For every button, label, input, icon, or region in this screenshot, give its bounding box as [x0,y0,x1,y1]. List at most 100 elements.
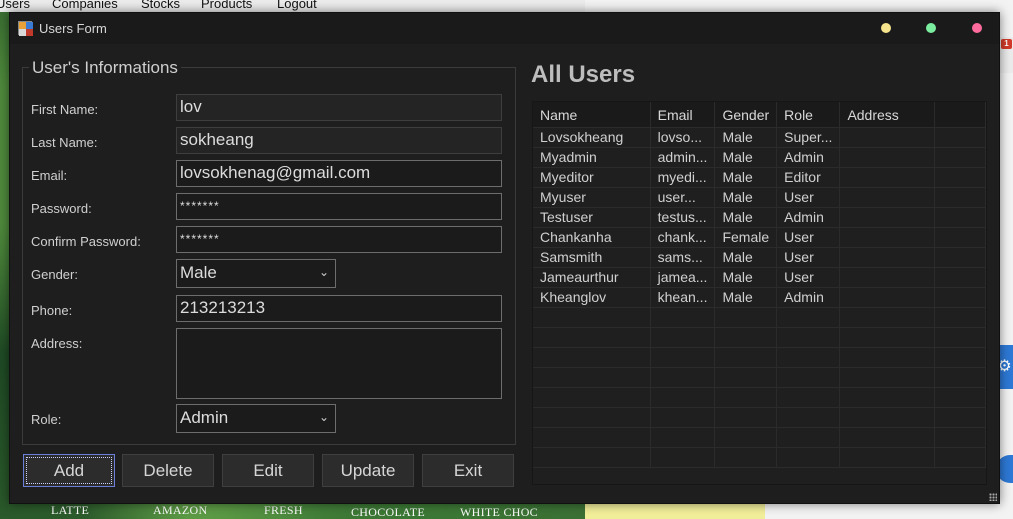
menu-item-companies[interactable]: Companies [52,0,118,11]
edit-button[interactable]: Edit [222,454,314,487]
table-row[interactable] [533,447,986,468]
close-button[interactable] [972,23,982,33]
table-row[interactable]: Samsmith sams... Male User [533,247,986,268]
notification-badge[interactable]: 1 [998,37,1013,73]
table-cell: User [776,187,841,208]
add-button[interactable]: Add [23,454,115,487]
title-bar[interactable]: Users Form [10,13,999,44]
column-header-gender[interactable]: Gender [714,102,778,128]
table-cell [533,327,651,348]
role-select[interactable]: Admin ⌄ [176,404,336,433]
table-cell [714,327,778,348]
last-name-field[interactable]: sokheang [176,127,502,154]
table-row[interactable] [533,387,986,408]
table-cell [533,367,651,388]
column-header-role[interactable]: Role [776,102,841,128]
table-row[interactable] [533,307,986,328]
table-cell [533,307,651,328]
table-row[interactable]: Myuser user... Male User [533,187,986,208]
table-row[interactable] [533,407,986,428]
exit-button[interactable]: Exit [422,454,514,487]
table-cell: Testuser [533,207,651,228]
table-row[interactable] [533,367,986,388]
phone-field[interactable]: 213213213 [176,295,502,322]
first-name-field[interactable]: lov [176,94,502,121]
table-cell [934,187,986,208]
gender-select-value: Male [180,263,217,282]
table-cell [714,367,778,388]
table-cell: User [776,227,841,248]
table-cell [650,387,716,408]
gender-select[interactable]: Male ⌄ [176,259,336,288]
table-cell [934,447,986,468]
table-cell [934,327,986,348]
table-cell [839,447,936,468]
table-cell [776,447,841,468]
column-header-filler [934,102,986,128]
confirm-password-field[interactable]: ******* [176,226,502,253]
password-field[interactable]: ******* [176,193,502,220]
table-cell: chank... [650,227,716,248]
users-data-grid[interactable]: Name Email Gender Role Address Lovsokhea… [532,101,987,485]
table-cell [934,407,986,428]
column-header-address[interactable]: Address [839,102,936,128]
menu-item-users[interactable]: Users [0,0,30,11]
table-cell: myedi... [650,167,716,188]
table-cell [934,227,986,248]
chevron-down-icon: ⌄ [318,265,329,279]
table-row[interactable]: Jameaurthur jamea... Male User [533,267,986,288]
table-cell [650,307,716,328]
table-cell [650,327,716,348]
table-row[interactable] [533,427,986,448]
table-row[interactable] [533,327,986,348]
table-row[interactable] [533,347,986,368]
password-label: Password: [31,201,92,216]
table-cell [776,307,841,328]
table-cell: Male [714,267,778,288]
table-cell [839,307,936,328]
table-cell: Editor [776,167,841,188]
product-label: LATTE [51,503,90,517]
menu-item-stocks[interactable]: Stocks [141,0,180,11]
table-row[interactable]: Myadmin admin... Male Admin [533,147,986,168]
window-title: Users Form [39,21,107,36]
table-cell: Male [714,127,778,148]
column-header-email[interactable]: Email [650,102,716,128]
table-row[interactable]: Kheanglov khean... Male Admin [533,287,986,308]
delete-button[interactable]: Delete [122,454,214,487]
menu-item-logout[interactable]: Logout [277,0,317,11]
table-cell [776,387,841,408]
table-row[interactable]: Myeditor myedi... Male Editor [533,167,986,188]
all-users-title: All Users [531,61,636,88]
table-row[interactable]: Testuser testus... Male Admin [533,207,986,228]
table-cell: testus... [650,207,716,228]
column-header-name[interactable]: Name [533,102,651,128]
table-row[interactable]: Lovsokheang lovso... Male Super... [533,127,986,148]
email-field[interactable]: lovsokhenag@gmail.com [176,160,502,187]
table-cell: Admin [776,287,841,308]
groupbox-title: User's Informations [29,58,181,78]
table-cell [934,307,986,328]
table-header-row: Name Email Gender Role Address [533,102,986,128]
app-icon [18,21,33,36]
address-textarea[interactable] [176,328,502,399]
table-cell [839,347,936,368]
table-cell [714,447,778,468]
maximize-button[interactable] [926,23,936,33]
update-button[interactable]: Update [322,454,414,487]
table-cell [839,327,936,348]
table-cell [839,287,936,308]
table-cell: User [776,267,841,288]
table-cell: Samsmith [533,247,651,268]
table-cell [714,427,778,448]
table-cell [839,167,936,188]
resize-grip[interactable] [989,493,997,501]
background-menubar: Users Companies Stocks Products Logout [0,0,585,12]
table-row[interactable]: Chankanha chank... Female User [533,227,986,248]
minimize-button[interactable] [881,23,891,33]
table-cell: sams... [650,247,716,268]
menu-item-products[interactable]: Products [201,0,252,11]
table-cell [650,427,716,448]
table-cell: admin... [650,147,716,168]
product-label: AMAZON [153,503,208,517]
